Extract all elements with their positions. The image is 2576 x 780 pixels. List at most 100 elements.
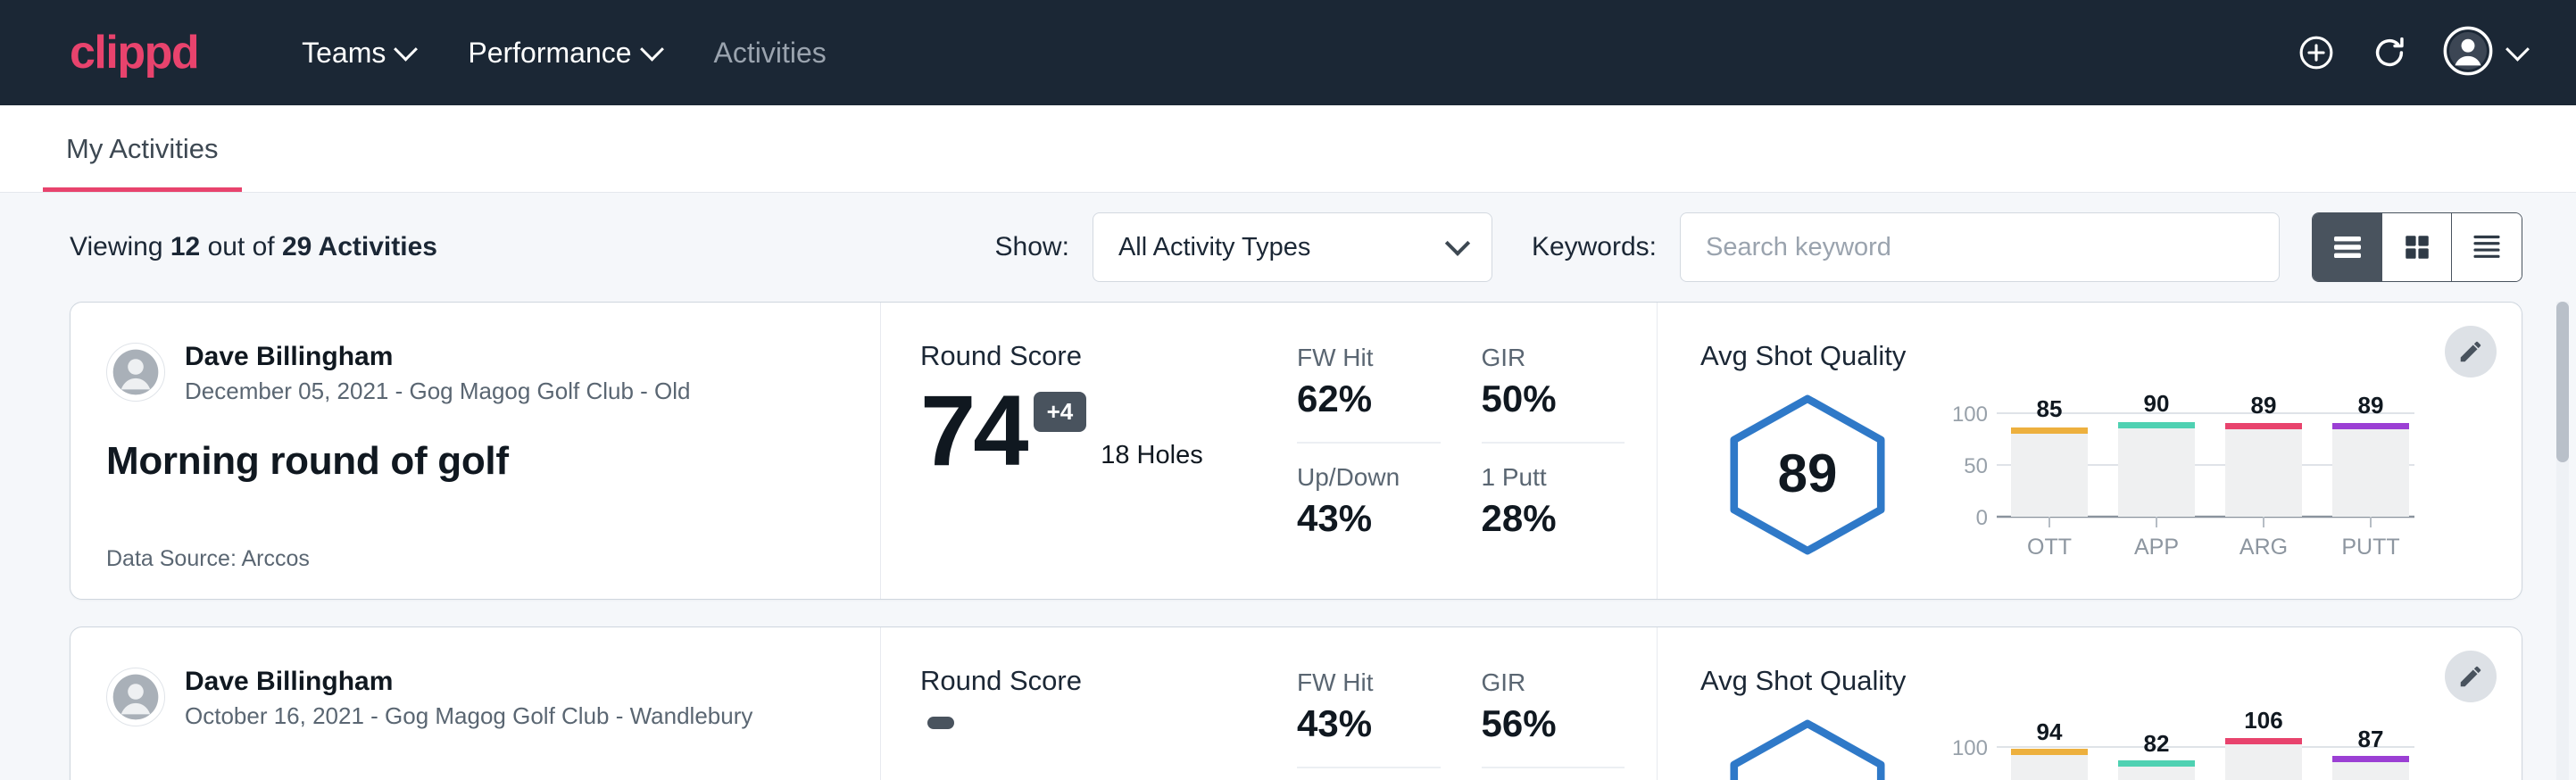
app-logo[interactable]: clippd [70, 29, 198, 76]
activity-player-text: Dave Billingham December 05, 2021 - Gog … [185, 340, 691, 405]
tab-my-activities[interactable]: My Activities [43, 105, 242, 192]
avatar [106, 343, 165, 402]
viewing-prefix: Viewing [70, 232, 170, 261]
activity-card-list[interactable]: Dave Billingham December 05, 2021 - Gog … [0, 302, 2576, 780]
account-avatar-icon [2443, 26, 2493, 80]
quality-hexagon [1700, 717, 1915, 780]
round-score-column: Round Score FW Hit 43% GIR 56% [881, 627, 1658, 780]
round-score-label: Round Score [920, 340, 1277, 372]
filter-controls: Show: All Activity Types Keywords: [995, 212, 2522, 282]
compact-view-button[interactable] [2452, 213, 2522, 281]
round-score-label: Round Score [920, 665, 1277, 697]
activity-title: Morning round of golf [106, 439, 844, 484]
nav-item-performance-label: Performance [468, 37, 631, 70]
activity-player: Dave Billingham December 05, 2021 - Gog … [106, 340, 844, 405]
activity-type-select[interactable]: All Activity Types [1093, 212, 1492, 282]
stat-gir-value: 50% [1482, 378, 1625, 420]
svg-text:ARG: ARG [2239, 535, 2288, 560]
stat-fw-hit-value: 62% [1297, 378, 1441, 420]
stat-fw-hit-value: 43% [1297, 702, 1441, 745]
stat-gir-label: GIR [1482, 668, 1625, 697]
quality-hexagon-value: 89 [1700, 443, 1915, 504]
stat-one-putt-label: 1 Putt [1482, 463, 1625, 492]
shot-quality-bar-chart: 100 50 0 85 OTT 90 APP [1941, 379, 2441, 571]
filter-bar: Viewing 12 out of 29 Activities Show: Al… [0, 193, 2576, 302]
round-score-badge [927, 717, 954, 729]
avg-shot-quality-label: Avg Shot Quality [1700, 665, 2441, 697]
bar-chart-svg: 100 50 0 94 82 106 87 [1941, 704, 2423, 780]
stat-one-putt-value: 28% [1482, 497, 1625, 540]
player-name: Dave Billingham [185, 665, 752, 699]
viewing-mid: out of [200, 232, 282, 261]
svg-text:PUTT: PUTT [2341, 535, 2399, 560]
svg-text:100: 100 [1952, 736, 1988, 760]
chevron-down-icon [394, 37, 418, 61]
page-scrollbar[interactable] [2556, 302, 2569, 780]
svg-text:87: 87 [2358, 726, 2384, 752]
round-holes: 18 Holes [1101, 441, 1202, 470]
nav-actions [2297, 26, 2526, 80]
stat-gir-label: GIR [1482, 344, 1625, 372]
avg-shot-quality-body: 100 50 0 94 82 106 87 [1700, 702, 2441, 780]
list-view-button[interactable] [2313, 213, 2382, 281]
activity-card[interactable]: Dave Billingham October 16, 2021 - Gog M… [70, 626, 2522, 780]
primary-nav: Teams Performance Activities [275, 26, 853, 80]
player-name: Dave Billingham [185, 340, 691, 374]
activity-data-source: Data Source: Arccos [106, 546, 844, 572]
edit-activity-button[interactable] [2445, 651, 2497, 702]
stat-gir-value: 56% [1482, 702, 1625, 745]
svg-text:100: 100 [1952, 402, 1988, 427]
activity-info-column: Dave Billingham December 05, 2021 - Gog … [71, 303, 881, 599]
svg-text:90: 90 [2144, 390, 2170, 417]
svg-text:89: 89 [2251, 392, 2277, 419]
add-circle-icon[interactable] [2297, 33, 2336, 72]
keywords-label: Keywords: [1532, 232, 1657, 262]
refresh-icon[interactable] [2370, 33, 2409, 72]
svg-text:0: 0 [1976, 506, 1988, 530]
top-navigation-bar: clippd Teams Performance Activities [0, 0, 2576, 105]
round-score-column: Round Score 74 +4 18 Holes FW Hit 62% GI… [881, 303, 1658, 599]
chevron-down-icon [2505, 37, 2530, 61]
activity-player: Dave Billingham October 16, 2021 - Gog M… [106, 665, 844, 730]
stat-up-down-value: 43% [1297, 497, 1441, 540]
avg-shot-quality-column: Avg Shot Quality 100 50 0 [1658, 627, 2522, 780]
nav-item-teams-label: Teams [302, 37, 386, 70]
edit-activity-button[interactable] [2445, 326, 2497, 378]
account-menu[interactable] [2443, 26, 2526, 80]
activity-info-column: Dave Billingham October 16, 2021 - Gog M… [71, 627, 881, 780]
nav-item-teams[interactable]: Teams [275, 26, 441, 80]
grid-view-button[interactable] [2382, 213, 2452, 281]
round-score-block: Round Score 74 +4 18 Holes [920, 340, 1277, 572]
nav-item-activities[interactable]: Activities [687, 26, 853, 80]
chevron-down-icon [1445, 231, 1470, 256]
round-stats-grid: FW Hit 62% GIR 50% Up/Down 43% 1 Putt 28… [1297, 340, 1625, 572]
tab-bar: My Activities [0, 105, 2576, 193]
stat-up-down-label: Up/Down [1297, 463, 1441, 492]
view-mode-toggle-group [2312, 212, 2522, 282]
viewing-count-text: Viewing 12 out of 29 Activities [70, 232, 437, 262]
stat-fw-hit-label: FW Hit [1297, 668, 1441, 697]
activity-meta: October 16, 2021 - Gog Magog Golf Club -… [185, 702, 752, 730]
round-score-value: 74 [920, 381, 1026, 481]
svg-text:94: 94 [2037, 718, 2063, 745]
avg-shot-quality-body: 89 100 50 0 85 [1700, 378, 2441, 572]
activity-card[interactable]: Dave Billingham December 05, 2021 - Gog … [70, 302, 2522, 600]
activity-type-selected-value: All Activity Types [1118, 233, 1310, 262]
activity-meta: December 05, 2021 - Gog Magog Golf Club … [185, 378, 691, 405]
search-input[interactable] [1680, 212, 2280, 282]
stat-one-putt: 1 Putt 28% [1482, 463, 1625, 549]
round-score-block: Round Score [920, 665, 1277, 780]
svg-text:50: 50 [1964, 454, 1988, 478]
nav-item-activities-label: Activities [714, 37, 827, 70]
round-stats-grid: FW Hit 43% GIR 56% [1297, 665, 1625, 780]
nav-item-performance[interactable]: Performance [441, 26, 686, 80]
svg-text:89: 89 [2358, 392, 2384, 419]
page-scrollbar-thumb[interactable] [2556, 302, 2569, 462]
viewing-total: 29 Activities [282, 232, 437, 261]
quality-hexagon: 89 [1700, 392, 1915, 558]
round-score-value-row: 74 +4 18 Holes [920, 381, 1277, 481]
viewing-count: 12 [170, 232, 200, 261]
round-score-value-row [920, 706, 1277, 729]
shot-quality-bar-chart: 100 50 0 94 82 106 87 [1941, 704, 2441, 780]
show-label: Show: [995, 232, 1069, 262]
